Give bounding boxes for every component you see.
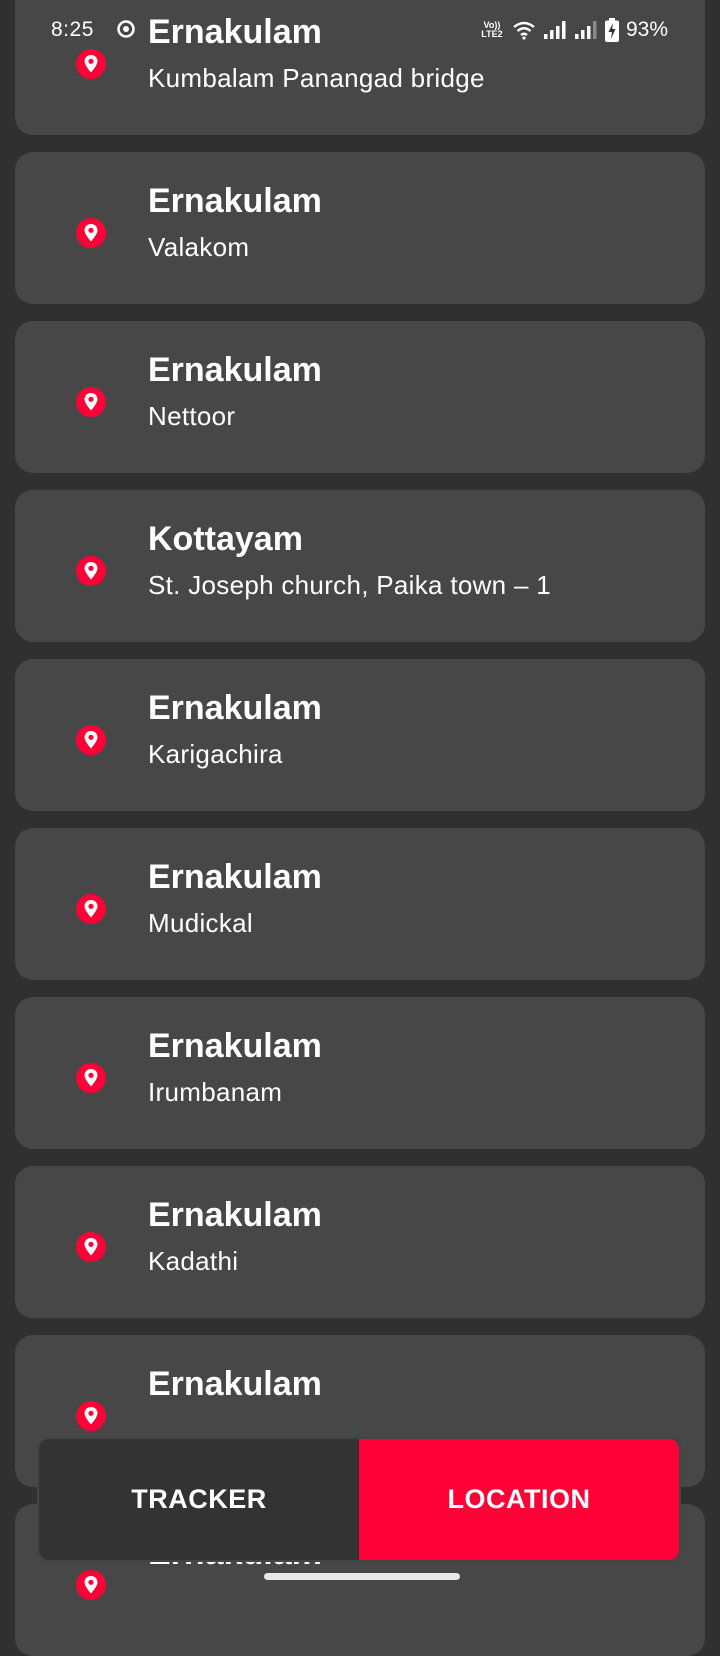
location-pin-icon	[76, 1570, 106, 1600]
location-place: Karigachira	[148, 739, 283, 769]
wifi-icon	[513, 21, 535, 40]
volte-icon: Vo)) LTE2	[479, 21, 505, 39]
location-card[interactable]: Ernakulam Nettoor	[15, 321, 705, 473]
location-pin-icon	[76, 1063, 106, 1093]
location-pin-icon	[76, 556, 106, 586]
location-place: Irumbanam	[148, 1077, 283, 1107]
location-card[interactable]: Ernakulam Karigachira	[15, 659, 705, 811]
location-place: Mudickal	[148, 908, 253, 938]
location-city: Ernakulam	[148, 1027, 322, 1065]
location-place: St. Joseph church, Paika town – 1	[148, 570, 552, 600]
tab-tracker[interactable]: TRACKER	[39, 1439, 359, 1560]
volte-line2: LTE2	[481, 29, 503, 39]
location-city: Ernakulam	[148, 858, 322, 896]
location-card[interactable]: Ernakulam Irumbanam	[15, 997, 705, 1149]
location-card[interactable]: Ernakulam Kadathi	[15, 1166, 705, 1318]
location-city: Ernakulam	[148, 351, 322, 389]
location-city: Ernakulam	[148, 1196, 322, 1234]
location-card[interactable]: Ernakulam Valakom	[15, 152, 705, 304]
signal-icon	[574, 21, 597, 39]
location-place: Kadathi	[148, 1246, 239, 1276]
location-city: Ernakulam	[148, 1365, 322, 1403]
status-time: 8:25	[51, 18, 94, 41]
location-pin-icon	[76, 1232, 106, 1262]
battery-percent: 93%	[625, 18, 668, 41]
location-city: Kottayam	[148, 520, 303, 558]
location-pin-icon	[76, 894, 106, 924]
location-card[interactable]: Ernakulam Mudickal	[15, 828, 705, 980]
status-icons: Vo)) LTE2 93%	[479, 17, 668, 43]
status-bar: 8:25 Vo)) LTE2 93%	[0, 0, 720, 58]
location-place: Valakom	[148, 232, 250, 262]
location-pin-icon	[76, 725, 106, 755]
location-city: Ernakulam	[148, 182, 322, 220]
location-pin-icon	[76, 218, 106, 248]
battery-charging-icon	[604, 18, 619, 42]
signal-icon	[543, 21, 566, 39]
location-card[interactable]: Kottayam St. Joseph church, Paika town – …	[15, 490, 705, 642]
location-city: Ernakulam	[148, 689, 322, 727]
location-place: Kumbalam Panangad bridge	[148, 63, 485, 93]
bottom-nav: TRACKER LOCATION	[37, 1437, 681, 1562]
home-indicator	[264, 1573, 460, 1580]
tab-location[interactable]: LOCATION	[359, 1439, 679, 1560]
location-pin-icon	[76, 1401, 106, 1431]
location-pin-icon	[76, 387, 106, 417]
sync-icon	[117, 20, 135, 38]
location-place: Nettoor	[148, 401, 236, 431]
